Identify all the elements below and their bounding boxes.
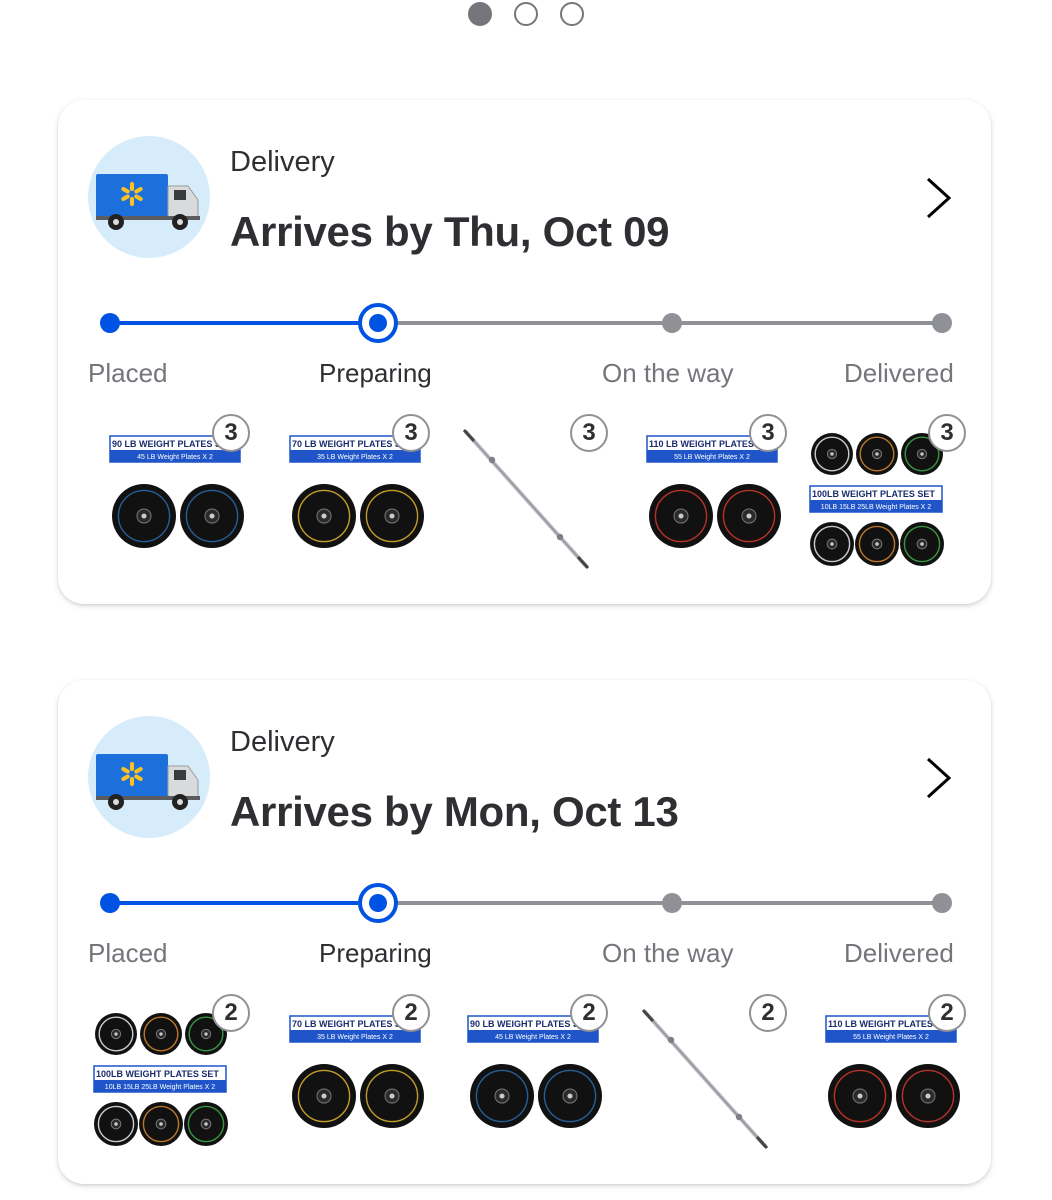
order-card[interactable]: Delivery Arrives by Thu, Oct 09 Placed P… — [58, 100, 991, 604]
page-dot-1[interactable] — [468, 2, 492, 26]
step-label-preparing: Preparing — [319, 938, 432, 968]
item-thumbnails: 90 LB WEIGHT PLATES SET 45 LB Weight Plat… — [88, 412, 968, 582]
step-label-placed: Placed — [88, 358, 168, 388]
item-thumbnail[interactable]: 110 LB WEIGHT PLATES SET 55 LB Weight Pla… — [804, 992, 966, 1162]
quantity-badge: 2 — [749, 994, 787, 1032]
page-indicator — [0, 2, 1052, 28]
plate-set-subtitle: 35 LB Weight Plates X 2 — [317, 454, 393, 461]
plate-set-subtitle: 10LB 15LB 25LB Weight Plates X 2 — [105, 1084, 215, 1091]
quantity-badge: 2 — [212, 994, 250, 1032]
plate-set-subtitle: 55 LB Weight Plates X 2 — [674, 454, 750, 461]
progress-line-pending — [378, 901, 942, 905]
plate-set-subtitle: 45 LB Weight Plates X 2 — [137, 454, 213, 461]
quantity-badge: 3 — [392, 414, 430, 452]
arrival-title: Arrives by Thu, Oct 09 — [230, 208, 670, 255]
plate-set-subtitle: 45 LB Weight Plates X 2 — [495, 1034, 571, 1041]
plate-set-title: 100LB WEIGHT PLATES SET — [812, 489, 935, 499]
item-thumbnails: 100LB WEIGHT PLATES SET 10LB 15LB 25LB We… — [88, 992, 968, 1162]
step-label-delivered: Delivered — [844, 358, 954, 388]
quantity-badge: 2 — [570, 994, 608, 1032]
item-thumbnail[interactable]: 90 LB WEIGHT PLATES SET 45 LB Weight Plat… — [446, 992, 608, 1162]
item-thumbnail[interactable]: 70 LB WEIGHT PLATES SET 35 LB Weight Plat… — [268, 992, 430, 1162]
item-thumbnail[interactable]: 100LB WEIGHT PLATES SET 10LB 15LB 25LB We… — [88, 992, 250, 1162]
item-thumbnail[interactable]: 2 — [625, 992, 787, 1162]
step-node-preparing — [358, 883, 398, 923]
progress-tracker — [100, 883, 952, 923]
chevron-right-icon[interactable] — [923, 756, 953, 800]
delivery-truck-icon — [88, 136, 210, 258]
step-node-on-the-way — [662, 893, 682, 913]
step-label-delivered: Delivered — [844, 938, 954, 968]
fulfillment-label: Delivery — [230, 726, 335, 758]
item-thumbnail[interactable]: 110 LB WEIGHT PLATES SET 55 LB Weight Pla… — [625, 412, 787, 582]
progress-line-complete — [110, 901, 378, 905]
step-node-placed — [100, 893, 120, 913]
step-node-delivered — [932, 313, 952, 333]
step-node-placed — [100, 313, 120, 333]
quantity-badge: 3 — [570, 414, 608, 452]
fulfillment-label: Delivery — [230, 146, 335, 178]
step-label-placed: Placed — [88, 938, 168, 968]
step-label-preparing: Preparing — [319, 358, 432, 388]
page-dot-3[interactable] — [560, 2, 584, 26]
item-thumbnail[interactable]: 70 LB WEIGHT PLATES SET 35 LB Weight Plat… — [268, 412, 430, 582]
quantity-badge: 3 — [212, 414, 250, 452]
item-thumbnail[interactable]: 100LB WEIGHT PLATES SET 10LB 15LB 25LB We… — [804, 412, 966, 582]
order-card[interactable]: Delivery Arrives by Mon, Oct 13 Placed P… — [58, 680, 991, 1184]
page-dot-2[interactable] — [514, 2, 538, 26]
quantity-badge: 2 — [392, 994, 430, 1032]
arrival-title: Arrives by Mon, Oct 13 — [230, 788, 679, 835]
step-label-on-the-way: On the way — [602, 358, 734, 388]
step-label-on-the-way: On the way — [602, 938, 734, 968]
plate-set-subtitle: 35 LB Weight Plates X 2 — [317, 1034, 393, 1041]
quantity-badge: 3 — [749, 414, 787, 452]
quantity-badge: 2 — [928, 994, 966, 1032]
chevron-right-icon[interactable] — [923, 176, 953, 220]
progress-tracker — [100, 303, 952, 343]
delivery-truck-icon — [88, 716, 210, 838]
plate-set-subtitle: 10LB 15LB 25LB Weight Plates X 2 — [821, 504, 931, 511]
progress-line-complete — [110, 321, 378, 325]
plate-set-subtitle: 55 LB Weight Plates X 2 — [853, 1034, 929, 1041]
step-node-on-the-way — [662, 313, 682, 333]
quantity-badge: 3 — [928, 414, 966, 452]
step-node-preparing — [358, 303, 398, 343]
item-thumbnail[interactable]: 90 LB WEIGHT PLATES SET 45 LB Weight Plat… — [88, 412, 250, 582]
plate-set-title: 100LB WEIGHT PLATES SET — [96, 1069, 219, 1079]
step-node-delivered — [932, 893, 952, 913]
item-thumbnail[interactable]: 3 — [446, 412, 608, 582]
progress-line-pending — [378, 321, 942, 325]
